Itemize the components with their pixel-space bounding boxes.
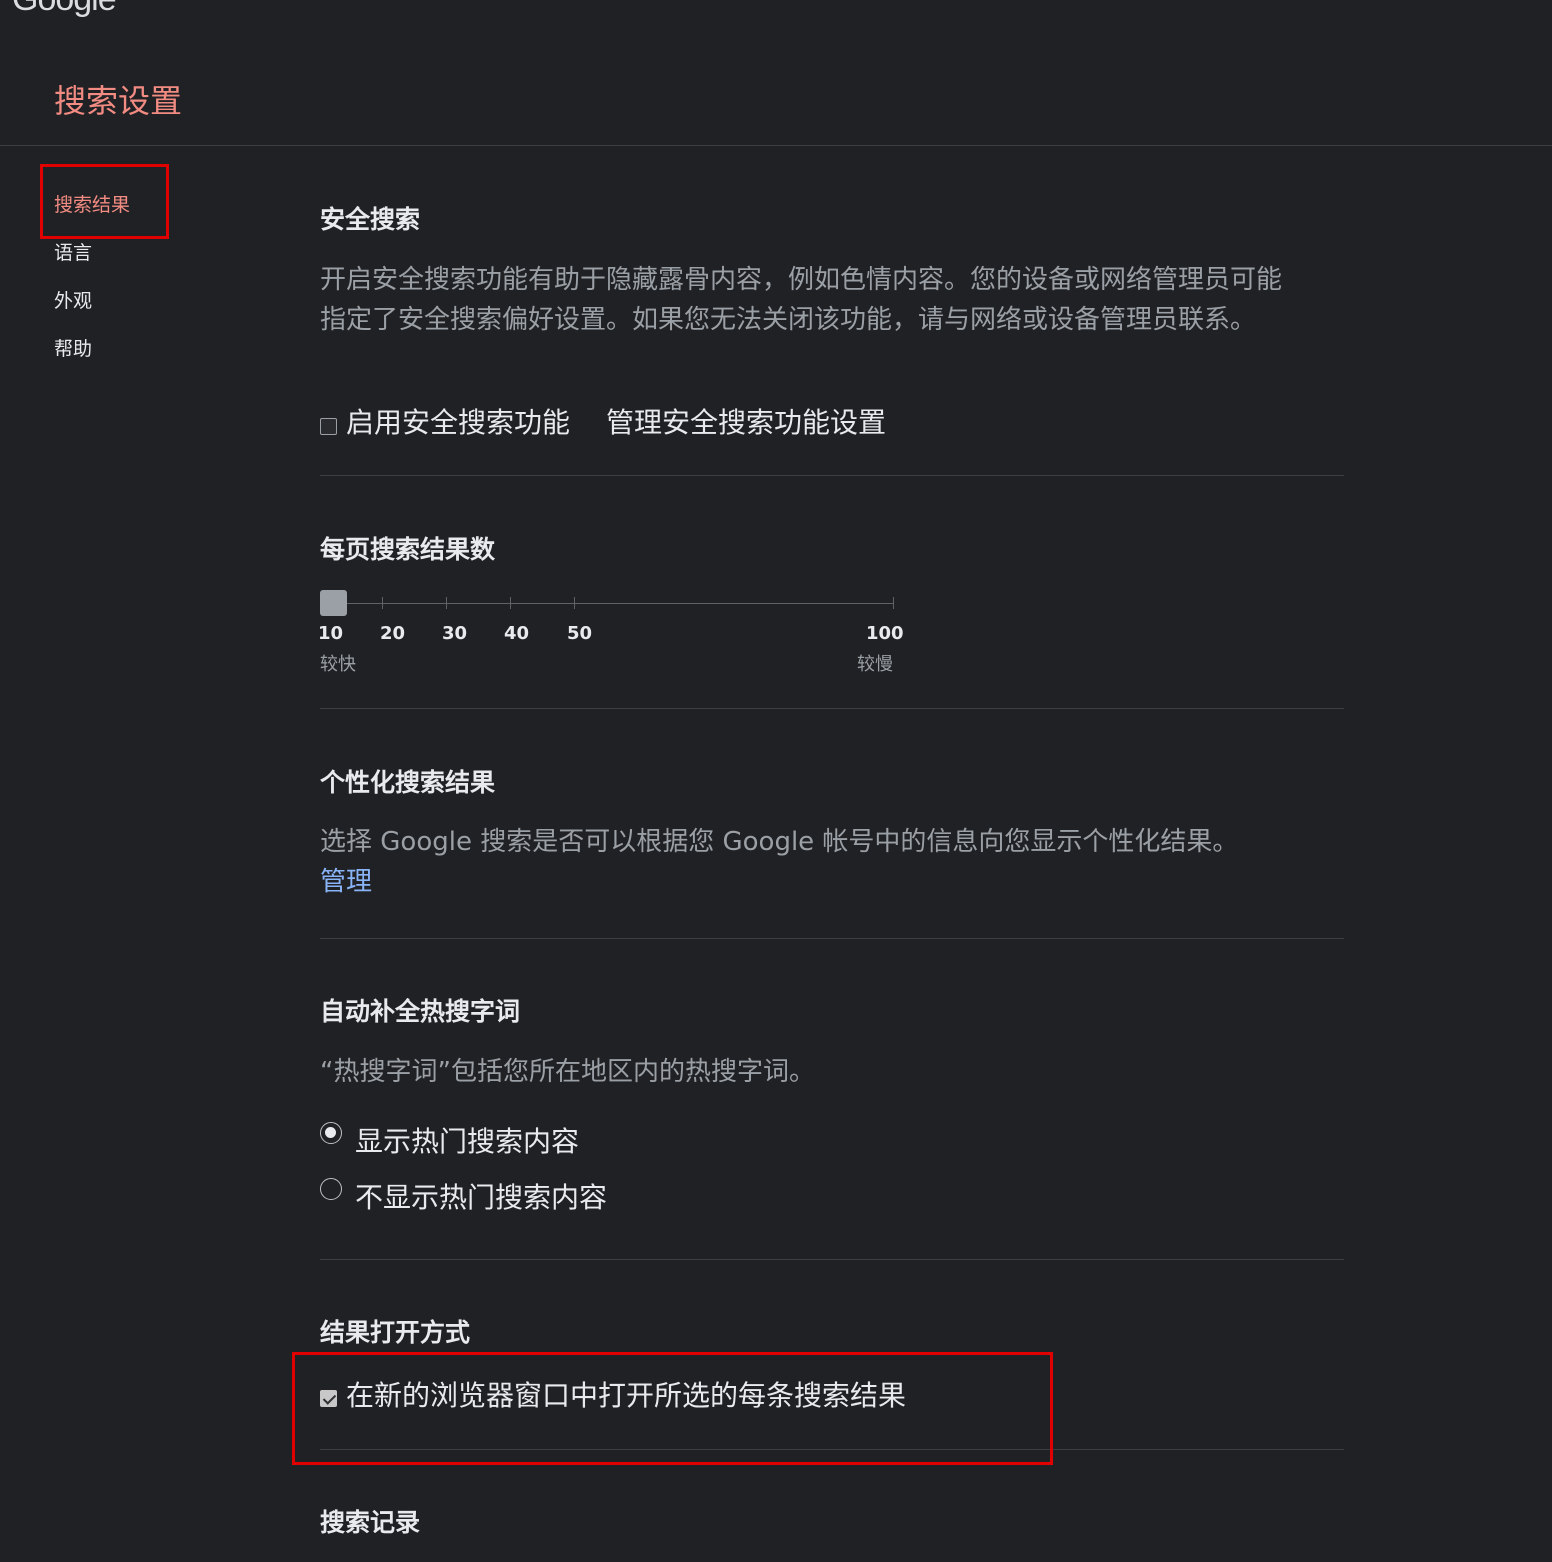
sidebar-item-appearance[interactable]: 外观 (54, 286, 92, 313)
section-title-search-history: 搜索记录 (320, 1508, 421, 1537)
tick-label-100: 100 (866, 623, 904, 644)
fast-label: 较快 (320, 654, 356, 675)
sidebar-item-help[interactable]: 帮助 (54, 334, 92, 361)
annotation-box-sidebar (40, 164, 169, 239)
manage-safe-search-link[interactable]: 管理安全搜索功能设置 (606, 401, 886, 441)
tick-label-50: 50 (567, 623, 593, 644)
sidebar-item-language[interactable]: 语言 (54, 238, 92, 265)
slider-tick (382, 597, 383, 609)
slow-label: 较慢 (857, 654, 893, 675)
slider-thumb[interactable] (320, 590, 347, 616)
google-logo[interactable]: Google (12, 0, 117, 19)
search-settings-page: Google 搜索设置 搜索结果 语言 外观 帮助 安全搜索 开启安全搜索功能有… (0, 0, 1552, 1562)
section-divider (320, 938, 1344, 939)
section-divider (320, 708, 1344, 709)
safe-search-checkbox[interactable] (320, 418, 337, 435)
page-title: 搜索设置 (54, 82, 183, 120)
section-title-results-per-page: 每页搜索结果数 (320, 535, 496, 564)
hide-trending-label[interactable]: 不显示热门搜索内容 (355, 1176, 607, 1216)
section-title-autocomplete: 自动补全热搜字词 (320, 997, 521, 1026)
autocomplete-description: “热搜字词”包括您所在地区内的热搜字词。 (320, 1057, 815, 1087)
slider-tick (574, 597, 575, 609)
header-divider (0, 145, 1552, 146)
tick-label-20: 20 (380, 623, 406, 644)
section-title-open-results: 结果打开方式 (320, 1318, 471, 1347)
safe-search-checkbox-label[interactable]: 启用安全搜索功能 (346, 401, 570, 441)
show-trending-radio[interactable] (320, 1122, 342, 1144)
hide-trending-radio[interactable] (320, 1178, 342, 1200)
slider-track[interactable] (320, 603, 894, 604)
section-title-personalized: 个性化搜索结果 (320, 768, 496, 797)
tick-label-40: 40 (504, 623, 530, 644)
section-divider (320, 1259, 1344, 1260)
personalized-description: 选择 Google 搜索是否可以根据您 Google 帐号中的信息向您显示个性化… (320, 827, 1239, 857)
tick-label-30: 30 (442, 623, 468, 644)
section-divider (320, 475, 1344, 476)
manage-personalization-link[interactable]: 管理 (320, 862, 372, 902)
slider-tick (446, 597, 447, 609)
slider-tick (510, 597, 511, 609)
tick-label-10: 10 (318, 623, 344, 644)
section-title-safe-search: 安全搜索 (320, 205, 421, 234)
show-trending-label[interactable]: 显示热门搜索内容 (355, 1120, 579, 1160)
safe-search-description: 开启安全搜索功能有助于隐藏露骨内容，例如色情内容。您的设备或网络管理员可能指定了… (320, 265, 1283, 335)
slider-tick (893, 597, 894, 609)
annotation-box-open-results (292, 1352, 1053, 1465)
